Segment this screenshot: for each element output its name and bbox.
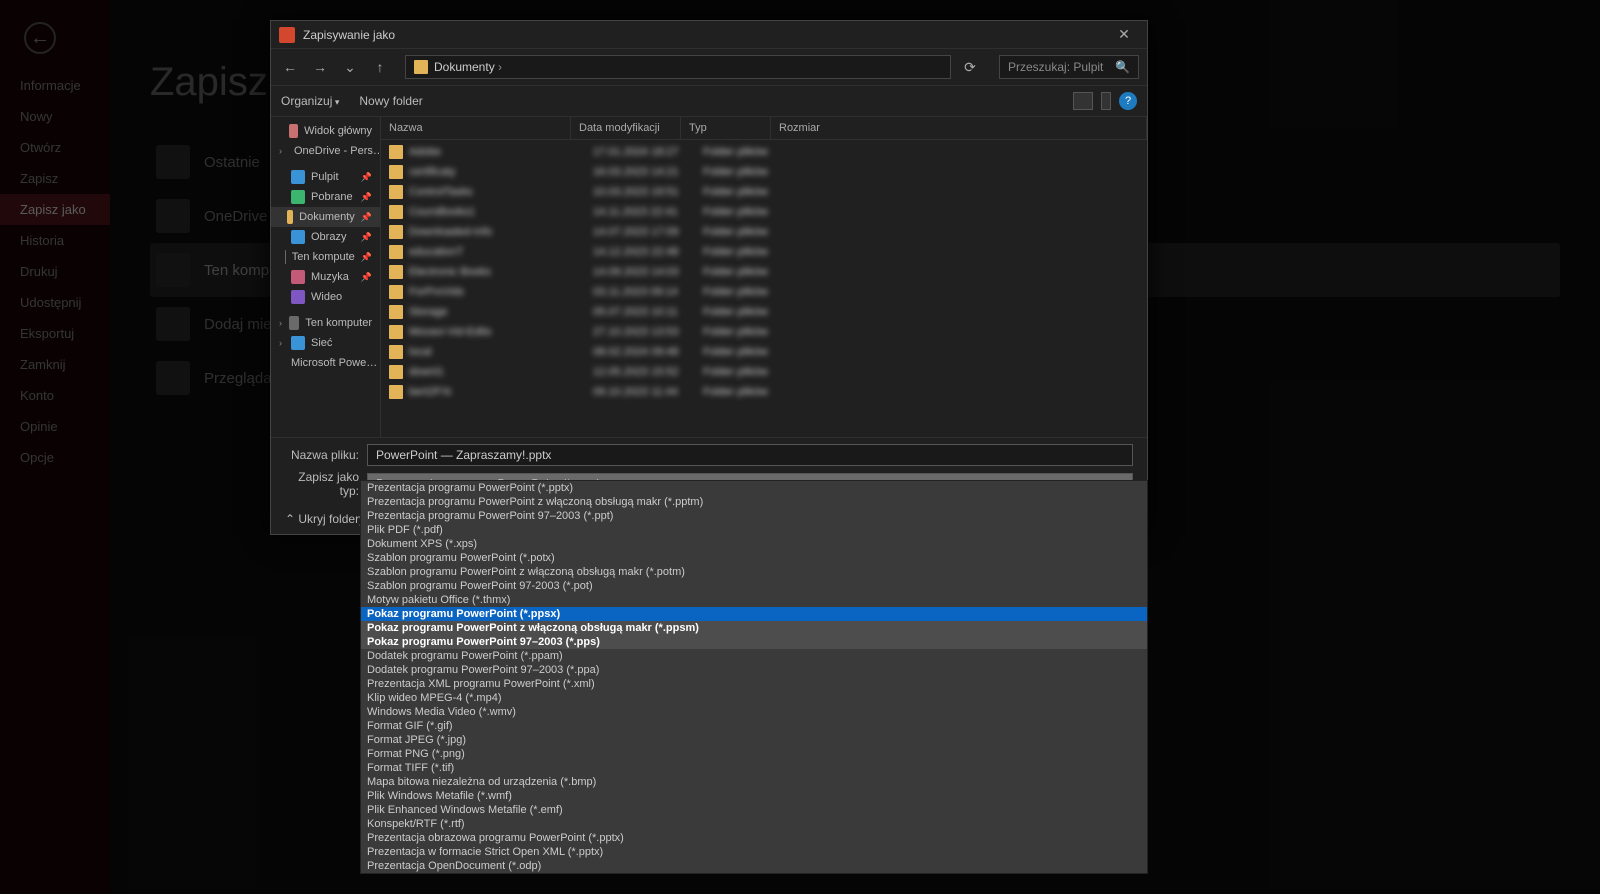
- filetype-option[interactable]: Prezentacja XML programu PowerPoint (*.x…: [361, 677, 1147, 691]
- filetype-option[interactable]: Pokaz programu PowerPoint (*.ppsx): [361, 607, 1147, 621]
- header-type[interactable]: Typ: [681, 117, 771, 139]
- file-row[interactable]: downl112.05.2023 15:52Folder plików: [381, 362, 1147, 382]
- tree-item[interactable]: Muzyka📌: [271, 267, 380, 287]
- tree-item[interactable]: Obrazy📌: [271, 227, 380, 247]
- dialog-title: Zapisywanie jako: [303, 28, 395, 42]
- filetype-option[interactable]: Szablon programu PowerPoint (*.potx): [361, 551, 1147, 565]
- dialog-navbar: ← → ⌄ ↑ Dokumenty ⟳ Przeszukaj: Pulpit 🔍: [271, 49, 1147, 85]
- dialog-toolbar: Organizuj Nowy folder ?: [271, 85, 1147, 117]
- file-row[interactable]: Electronic Books14.09.2023 14:03Folder p…: [381, 262, 1147, 282]
- file-row[interactable]: Storage05.07.2023 10:11Folder plików: [381, 302, 1147, 322]
- tree-item[interactable]: Wideo: [271, 287, 380, 307]
- filetype-option[interactable]: Pokaz programu PowerPoint z włączoną obs…: [361, 621, 1147, 635]
- tree-item[interactable]: ›Sieć: [271, 333, 380, 353]
- folder-tree[interactable]: Widok główny›OneDrive - Pers… Pulpit📌Pobr…: [271, 117, 381, 437]
- address-bar[interactable]: Dokumenty: [405, 55, 951, 79]
- file-row[interactable]: Adobe17.01.2024 18:27Folder plików: [381, 142, 1147, 162]
- help-icon[interactable]: ?: [1119, 92, 1137, 110]
- header-name[interactable]: Nazwa: [381, 117, 571, 139]
- tree-item[interactable]: Pulpit📌: [271, 167, 380, 187]
- new-folder-button[interactable]: Nowy folder: [359, 94, 422, 108]
- filetype-dropdown-list[interactable]: Prezentacja programu PowerPoint (*.pptx)…: [360, 480, 1148, 874]
- save-as-dialog: Zapisywanie jako ✕ ← → ⌄ ↑ Dokumenty ⟳ P…: [270, 20, 1148, 535]
- filetype-option[interactable]: Dodatek programu PowerPoint (*.ppam): [361, 649, 1147, 663]
- tree-item[interactable]: Ten kompute📌: [271, 247, 380, 267]
- header-date[interactable]: Data modyfikacji: [571, 117, 681, 139]
- filetype-option[interactable]: Plik Windows Metafile (*.wmf): [361, 789, 1147, 803]
- tree-item[interactable]: Microsoft Powe…: [271, 353, 380, 373]
- filetype-option[interactable]: Prezentacja OpenDocument (*.odp): [361, 859, 1147, 873]
- filetype-option[interactable]: Format GIF (*.gif): [361, 719, 1147, 733]
- filetype-option[interactable]: Mapa bitowa niezależna od urządzenia (*.…: [361, 775, 1147, 789]
- file-row[interactable]: bert2P.N09.10.2023 11:44Folder plików: [381, 382, 1147, 402]
- tree-item[interactable]: Pobrane📌: [271, 187, 380, 207]
- nav-forward-icon[interactable]: →: [309, 56, 331, 78]
- filetype-option[interactable]: Pokaz programu PowerPoint 97–2003 (*.pps…: [361, 635, 1147, 649]
- file-list[interactable]: Adobe17.01.2024 18:27Folder plikówcertif…: [381, 140, 1147, 402]
- filename-label: Nazwa pliku:: [285, 448, 359, 462]
- tree-item[interactable]: ›OneDrive - Pers…: [271, 141, 380, 161]
- breadcrumb-item[interactable]: Dokumenty: [434, 60, 502, 74]
- filetype-option[interactable]: Prezentacja w formacie Strict Open XML (…: [361, 845, 1147, 859]
- nav-up-icon[interactable]: ↑: [369, 56, 391, 78]
- filetype-option[interactable]: Plik PDF (*.pdf): [361, 523, 1147, 537]
- refresh-icon[interactable]: ⟳: [959, 56, 981, 78]
- filetype-option[interactable]: Format JPEG (*.jpg): [361, 733, 1147, 747]
- tree-item[interactable]: ›Ten komputer: [271, 313, 380, 333]
- search-input[interactable]: Przeszukaj: Pulpit 🔍: [999, 55, 1139, 79]
- nav-back-icon[interactable]: ←: [279, 56, 301, 78]
- filetype-option[interactable]: Prezentacja programu PowerPoint (*.pptx): [361, 481, 1147, 495]
- filetype-option[interactable]: Prezentacja programu PowerPoint 97–2003 …: [361, 509, 1147, 523]
- filetype-option[interactable]: Format PNG (*.png): [361, 747, 1147, 761]
- filetype-option[interactable]: Format TIFF (*.tif): [361, 761, 1147, 775]
- organize-menu[interactable]: Organizuj: [281, 94, 339, 108]
- filetype-option[interactable]: Prezentacja programu PowerPoint z włączo…: [361, 495, 1147, 509]
- search-icon: 🔍: [1115, 60, 1130, 74]
- file-row[interactable]: Downloaded-Info14.07.2023 17:09Folder pl…: [381, 222, 1147, 242]
- header-size[interactable]: Rozmiar: [771, 117, 1147, 139]
- filetype-option[interactable]: Plik Enhanced Windows Metafile (*.emf): [361, 803, 1147, 817]
- nav-recent-icon[interactable]: ⌄: [339, 56, 361, 78]
- view-mode-button[interactable]: [1073, 92, 1093, 110]
- dialog-titlebar: Zapisywanie jako ✕: [271, 21, 1147, 49]
- file-row[interactable]: educationT14.12.2023 22:48Folder plików: [381, 242, 1147, 262]
- filetype-option[interactable]: Windows Media Video (*.wmv): [361, 705, 1147, 719]
- view-mode-drop[interactable]: [1101, 92, 1111, 110]
- file-list-panel: Nazwa Data modyfikacji Typ Rozmiar Adobe…: [381, 117, 1147, 437]
- close-icon[interactable]: ✕: [1109, 26, 1139, 43]
- filetype-option[interactable]: Szablon programu PowerPoint z włączoną o…: [361, 565, 1147, 579]
- savetype-label: Zapisz jako typ:: [285, 470, 359, 498]
- file-row[interactable]: ControlTasks10.03.2023 19:51Folder plikó…: [381, 182, 1147, 202]
- tree-item[interactable]: Widok główny: [271, 121, 380, 141]
- file-row[interactable]: Movavi-Vid-Edits27.10.2023 13:53Folder p…: [381, 322, 1147, 342]
- filetype-option[interactable]: Prezentacja obrazowa programu PowerPoint…: [361, 831, 1147, 845]
- filetype-option[interactable]: Szablon programu PowerPoint 97-2003 (*.p…: [361, 579, 1147, 593]
- powerpoint-icon: [279, 27, 295, 43]
- file-row[interactable]: certificaty16.03.2023 14:21Folder plików: [381, 162, 1147, 182]
- filetype-option[interactable]: Klip wideo MPEG-4 (*.mp4): [361, 691, 1147, 705]
- file-row[interactable]: local08.02.2024 09:48Folder plików: [381, 342, 1147, 362]
- filetype-option[interactable]: Dodatek programu PowerPoint 97–2003 (*.p…: [361, 663, 1147, 677]
- file-row[interactable]: ForProVids03.11.2023 09:14Folder plików: [381, 282, 1147, 302]
- file-row[interactable]: CoursBooks114.11.2023 22:41Folder plików: [381, 202, 1147, 222]
- folder-icon: [414, 60, 428, 74]
- filetype-option[interactable]: Dokument XPS (*.xps): [361, 537, 1147, 551]
- tree-item[interactable]: Dokumenty📌: [271, 207, 380, 227]
- filetype-option[interactable]: Motyw pakietu Office (*.thmx): [361, 593, 1147, 607]
- file-list-header[interactable]: Nazwa Data modyfikacji Typ Rozmiar: [381, 117, 1147, 140]
- filetype-option[interactable]: Konspekt/RTF (*.rtf): [361, 817, 1147, 831]
- filename-input[interactable]: PowerPoint — Zapraszamy!.pptx: [367, 444, 1133, 466]
- search-placeholder: Przeszukaj: Pulpit: [1008, 60, 1103, 74]
